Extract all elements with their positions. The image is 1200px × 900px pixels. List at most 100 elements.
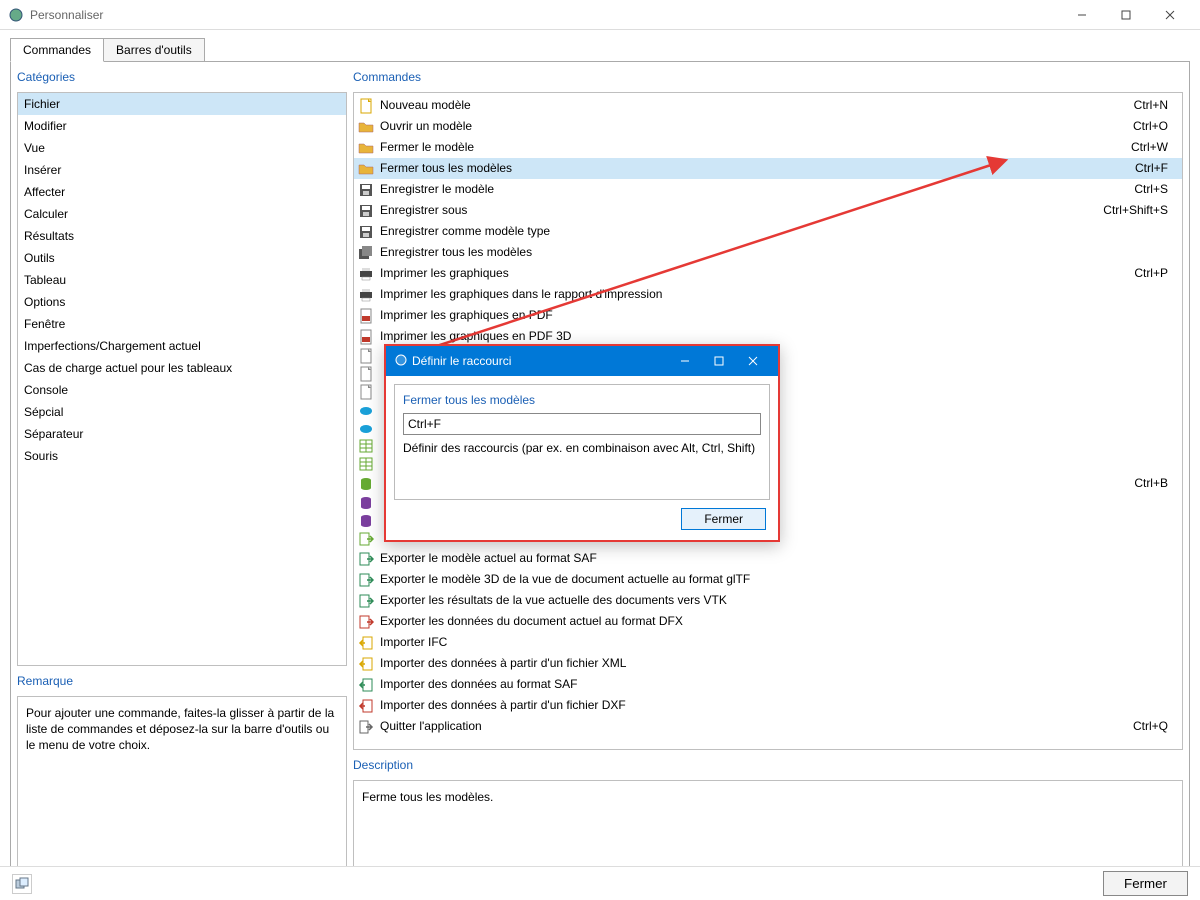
command-row[interactable]: Exporter le modèle 3D de la vue de docum… (354, 569, 1182, 590)
command-row[interactable]: Imprimer les graphiques dans le rapport … (354, 284, 1182, 305)
dialog-titlebar[interactable]: Définir le raccourci (386, 346, 778, 376)
command-shortcut: Ctrl+P (1134, 264, 1178, 283)
category-item[interactable]: Console (18, 379, 346, 401)
shortcut-dialog: Définir le raccourci Fermer tous les mod… (384, 344, 780, 542)
exit-icon (358, 719, 374, 735)
tab-commands[interactable]: Commandes (10, 38, 104, 62)
db-icon (358, 513, 374, 529)
command-shortcut: Ctrl+F (1135, 159, 1178, 178)
command-label: Imprimer les graphiques dans le rapport … (380, 285, 1168, 304)
category-item[interactable]: Vue (18, 137, 346, 159)
command-row[interactable]: Importer IFC (354, 632, 1182, 653)
command-label: Importer IFC (380, 633, 1168, 652)
command-row[interactable]: Fermer le modèleCtrl+W (354, 137, 1182, 158)
command-label: Fermer tous les modèles (380, 159, 1135, 178)
command-row[interactable]: Enregistrer sousCtrl+Shift+S (354, 200, 1182, 221)
category-item[interactable]: Fichier (18, 93, 346, 115)
shortcut-input[interactable] (403, 413, 761, 435)
command-row[interactable]: Nouveau modèleCtrl+N (354, 95, 1182, 116)
dialog-minimize-button[interactable] (668, 347, 702, 375)
command-label: Nouveau modèle (380, 96, 1134, 115)
category-item[interactable]: Souris (18, 445, 346, 467)
dialog-close-button[interactable] (736, 347, 770, 375)
category-item[interactable]: Séparateur (18, 423, 346, 445)
import-icon (358, 677, 374, 693)
category-item[interactable]: Modifier (18, 115, 346, 137)
minimize-button[interactable] (1060, 1, 1104, 29)
categories-list[interactable]: FichierModifierVueInsérerAffecterCalcule… (17, 92, 347, 666)
disk-icon (358, 203, 374, 219)
doc-icon (358, 384, 374, 400)
import-icon (358, 698, 374, 714)
maximize-button[interactable] (1104, 1, 1148, 29)
disks-icon (358, 245, 374, 261)
footer-close-button[interactable]: Fermer (1103, 871, 1188, 896)
command-label: Importer des données à partir d'un fichi… (380, 696, 1168, 715)
command-row[interactable]: Importer des données à partir d'un fichi… (354, 695, 1182, 716)
command-shortcut: Ctrl+Shift+S (1103, 201, 1178, 220)
command-label: Exporter les données du document actuel … (380, 612, 1168, 631)
commands-title: Commandes (353, 68, 1183, 86)
category-item[interactable]: Cas de charge actuel pour les tableaux (18, 357, 346, 379)
category-item[interactable]: Calculer (18, 203, 346, 225)
category-item[interactable]: Sépcial (18, 401, 346, 423)
command-label: Importer des données au format SAF (380, 675, 1168, 694)
command-row[interactable]: Importer des données au format SAF (354, 674, 1182, 695)
command-label: Exporter les résultats de la vue actuell… (380, 591, 1168, 610)
dialog-close-ok-button[interactable]: Fermer (681, 508, 766, 530)
command-row[interactable]: Exporter les données du document actuel … (354, 611, 1182, 632)
export-icon (358, 531, 374, 547)
command-row[interactable]: Quitter l'applicationCtrl+Q (354, 716, 1182, 737)
description-text: Ferme tous les modèles. (353, 780, 1183, 874)
command-label: Ouvrir un modèle (380, 117, 1133, 136)
category-item[interactable]: Fenêtre (18, 313, 346, 335)
command-row[interactable]: Exporter les résultats de la vue actuell… (354, 590, 1182, 611)
command-row[interactable]: Exporter le modèle actuel au format SAF (354, 548, 1182, 569)
command-shortcut: Ctrl+N (1134, 96, 1178, 115)
command-label: Exporter le modèle actuel au format SAF (380, 549, 1168, 568)
command-label: Imprimer les graphiques en PDF (380, 306, 1168, 325)
category-item[interactable]: Options (18, 291, 346, 313)
doc-icon (358, 366, 374, 382)
category-item[interactable]: Affecter (18, 181, 346, 203)
tab-strip: Commandes Barres d'outils (0, 30, 1200, 62)
command-row[interactable]: Fermer tous les modèlesCtrl+F (354, 158, 1182, 179)
command-shortcut: Ctrl+Q (1133, 717, 1178, 736)
doc-icon (358, 98, 374, 114)
command-row[interactable]: Imprimer les graphiques en PDF (354, 305, 1182, 326)
cloud-icon (358, 402, 374, 418)
command-row[interactable]: Enregistrer le modèleCtrl+S (354, 179, 1182, 200)
command-shortcut: Ctrl+B (1134, 474, 1178, 493)
close-button[interactable] (1148, 1, 1192, 29)
command-row[interactable]: Enregistrer comme modèle type (354, 221, 1182, 242)
footer-tool-icon[interactable] (12, 874, 32, 894)
pdf-icon (358, 329, 374, 345)
category-item[interactable]: Tableau (18, 269, 346, 291)
command-row[interactable]: Importer des données à partir d'un fichi… (354, 653, 1182, 674)
command-label: Exporter le modèle 3D de la vue de docum… (380, 570, 1168, 589)
remark-text: Pour ajouter une commande, faites-la gli… (17, 696, 347, 874)
command-shortcut: Ctrl+W (1131, 138, 1178, 157)
folder-icon (358, 119, 374, 135)
command-label: Enregistrer sous (380, 201, 1103, 220)
app-icon (8, 7, 24, 23)
db-icon (358, 476, 374, 492)
disk-icon (358, 182, 374, 198)
dialog-maximize-button[interactable] (702, 347, 736, 375)
command-label: Imprimer les graphiques (380, 264, 1134, 283)
tab-toolbars[interactable]: Barres d'outils (103, 38, 205, 62)
db-icon (358, 495, 374, 511)
category-item[interactable]: Insérer (18, 159, 346, 181)
footer-bar: Fermer (0, 866, 1200, 900)
category-item[interactable]: Résultats (18, 225, 346, 247)
command-row[interactable]: Ouvrir un modèleCtrl+O (354, 116, 1182, 137)
command-row[interactable]: Enregistrer tous les modèles (354, 242, 1182, 263)
table-icon (358, 438, 374, 454)
category-item[interactable]: Outils (18, 247, 346, 269)
command-label: Enregistrer le modèle (380, 180, 1134, 199)
import-icon (358, 635, 374, 651)
disk-icon (358, 224, 374, 240)
category-item[interactable]: Imperfections/Chargement actuel (18, 335, 346, 357)
command-row[interactable]: Imprimer les graphiquesCtrl+P (354, 263, 1182, 284)
dialog-app-icon (394, 353, 408, 370)
